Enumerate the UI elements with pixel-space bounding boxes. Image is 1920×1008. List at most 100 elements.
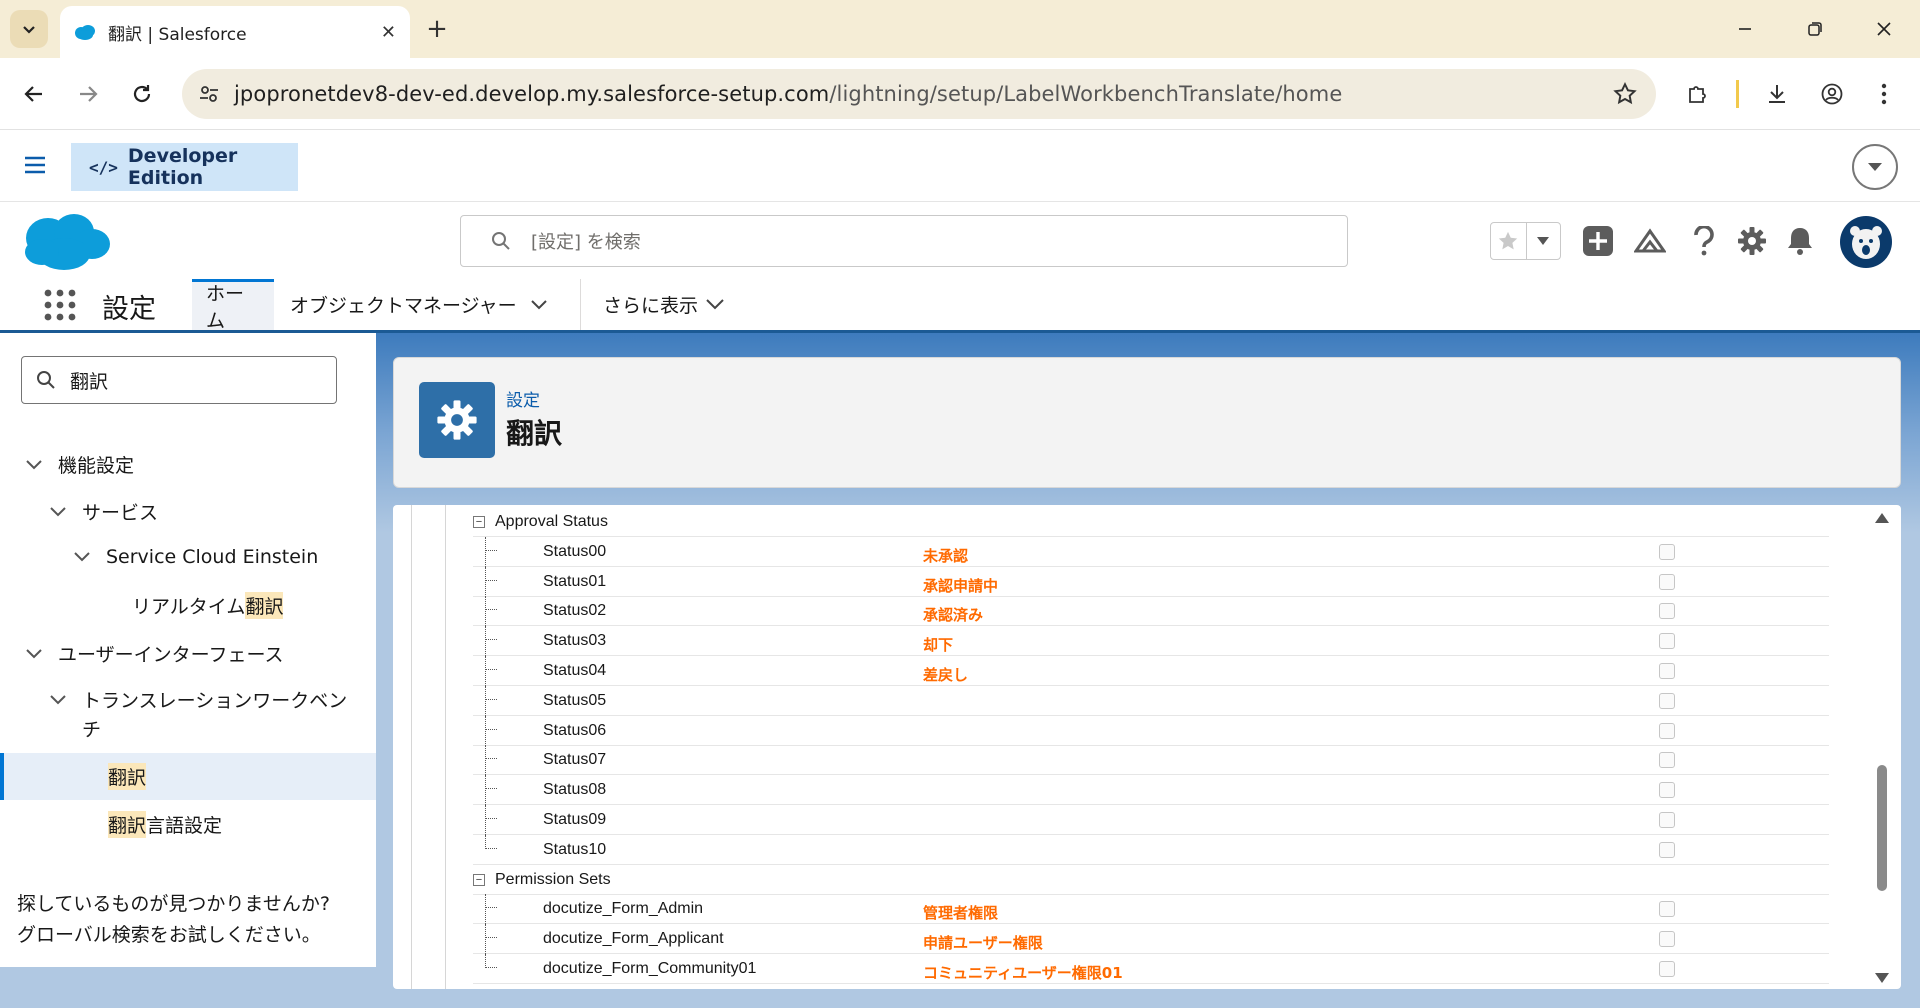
profile-button[interactable]	[1814, 76, 1850, 112]
sidebar-item-user-interface[interactable]: ユーザーインターフェース	[20, 640, 284, 667]
sidebar-item-feature-settings[interactable]: 機能設定	[20, 451, 134, 478]
quick-find-input[interactable]: 翻訳	[21, 356, 337, 404]
extensions-button[interactable]	[1680, 76, 1716, 112]
address-bar[interactable]: jpopronetdev8-dev-ed.develop.my.salesfor…	[182, 69, 1656, 119]
translation-key: Status07	[543, 751, 607, 769]
sidebar-item-service-cloud-einstein[interactable]: Service Cloud Einstein	[68, 546, 318, 568]
sidebar-item-translation-language-settings[interactable]: 翻訳 言語設定	[108, 811, 222, 838]
help-line-2: グローバル検索をお試しください。	[17, 924, 321, 946]
translation-value[interactable]: 管理者権限	[923, 902, 998, 923]
help-button[interactable]	[1686, 223, 1722, 259]
favorites-list-button[interactable]	[1525, 223, 1561, 259]
account-circle-icon	[1821, 83, 1843, 105]
developer-edition-badge[interactable]: </> Developer Edition	[71, 143, 298, 191]
favorites-star-button[interactable]	[1491, 223, 1526, 259]
global-search-input[interactable]: [設定] を検索	[460, 215, 1348, 267]
out-of-date-checkbox[interactable]	[1659, 812, 1675, 828]
tree-connector	[485, 728, 497, 730]
tree-connector	[485, 907, 497, 909]
reload-button[interactable]	[124, 76, 160, 112]
out-of-date-checkbox[interactable]	[1659, 782, 1675, 799]
collapse-toggle[interactable]: −	[473, 516, 485, 528]
out-of-date-checkbox[interactable]	[1659, 603, 1675, 620]
translation-key: Status04	[543, 662, 607, 679]
tree-connector	[485, 609, 497, 611]
browser-menu-button[interactable]	[1866, 76, 1902, 112]
restore-button[interactable]	[1797, 12, 1833, 46]
minimize-button[interactable]	[1727, 12, 1763, 46]
out-of-date-checkbox[interactable]	[1659, 692, 1675, 709]
chevron-down-icon	[530, 299, 547, 309]
bell-icon	[1788, 228, 1812, 255]
workspace-scrollbar[interactable]	[1861, 505, 1901, 989]
close-window-button[interactable]	[1866, 12, 1902, 46]
out-of-date-checkbox[interactable]	[1659, 841, 1675, 858]
chevron-down-icon	[20, 648, 48, 659]
translation-value[interactable]: 未承認	[923, 545, 968, 566]
close-tab-icon[interactable]: ✕	[381, 22, 396, 43]
scroll-thumb[interactable]	[1877, 765, 1887, 891]
scroll-up-icon[interactable]	[1875, 513, 1889, 523]
tab-object-manager[interactable]: オブジェクトマネージャー	[276, 279, 561, 330]
tree-connector	[485, 566, 486, 597]
translation-key: Status09	[543, 811, 607, 828]
out-of-date-checkbox[interactable]	[1659, 752, 1675, 769]
out-of-date-checkbox[interactable]	[1659, 633, 1675, 650]
out-of-date-checkbox[interactable]	[1659, 931, 1675, 948]
tab-home[interactable]: ホーム	[192, 279, 274, 332]
browser-toolbar: jpopronetdev8-dev-ed.develop.my.salesfor…	[0, 58, 1920, 130]
translation-value[interactable]: 差戻し	[923, 664, 968, 685]
out-of-date-checkbox[interactable]	[1659, 722, 1675, 739]
out-of-date-checkbox[interactable]	[1659, 573, 1675, 590]
global-actions-button[interactable]	[1580, 223, 1616, 259]
translation-value[interactable]: 承認済み	[923, 604, 983, 625]
salesforce-logo[interactable]	[22, 210, 112, 276]
trailhead-button[interactable]	[1632, 223, 1668, 259]
new-tab-button[interactable]: +	[420, 12, 454, 46]
out-of-date-checkbox[interactable]	[1659, 543, 1675, 560]
scroll-down-icon[interactable]	[1875, 973, 1889, 983]
tab-more[interactable]: さらに表示	[589, 279, 738, 330]
setup-button[interactable]	[1734, 223, 1770, 259]
browser-tab[interactable]: 翻訳 | Salesforce ✕	[60, 6, 410, 58]
translation-value[interactable]: 承認申請中	[923, 575, 998, 596]
site-info-icon[interactable]	[198, 83, 220, 105]
translation-value[interactable]: 却下	[923, 634, 953, 655]
user-avatar[interactable]	[1840, 216, 1892, 268]
app-launcher-button[interactable]	[44, 289, 76, 325]
sidebar-item-realtime-translation[interactable]: リアルタイム 翻訳	[132, 592, 284, 619]
out-of-date-checkbox[interactable]	[1659, 663, 1675, 679]
downloads-button[interactable]	[1759, 76, 1795, 112]
setup-badge	[419, 382, 495, 458]
column-divider	[411, 505, 412, 989]
tab-more-label: さらに表示	[603, 295, 699, 317]
dev-dropdown-button[interactable]	[1852, 144, 1898, 190]
back-button[interactable]	[16, 76, 52, 112]
out-of-date-checkbox[interactable]	[1659, 961, 1675, 977]
forward-button[interactable]	[70, 76, 106, 112]
tree-connector	[485, 758, 497, 760]
out-of-date-checkbox[interactable]	[1659, 901, 1675, 918]
tree-connector	[485, 847, 497, 849]
translation-value[interactable]: コミュニティユーザー権限01	[923, 962, 1123, 983]
tree-connector	[485, 788, 497, 790]
translation-key: Status05	[543, 691, 607, 709]
translation-value[interactable]: 申請ユーザー権限	[923, 932, 1043, 953]
translation-workspace: − Approval Status Status00 未承認 Status01 承認申請中…	[393, 505, 1901, 989]
translation-row: Status00 未承認	[473, 536, 1829, 567]
breadcrumb[interactable]: 設定	[506, 386, 540, 411]
sidebar-item-label: ユーザーインターフェース	[58, 644, 284, 666]
collapse-toggle[interactable]: −	[473, 873, 485, 886]
tab-search-button[interactable]	[10, 10, 48, 48]
notifications-button[interactable]	[1782, 223, 1818, 259]
sidebar-item-translation-workbench[interactable]: トランスレーションワークベンチ	[44, 687, 347, 745]
menu-button[interactable]	[24, 156, 46, 178]
url-path: /lightning/setup/LabelWorkbenchTranslate…	[829, 82, 1343, 106]
minimize-icon	[1739, 28, 1751, 30]
bookmark-star-icon[interactable]	[1612, 81, 1638, 107]
sidebar-item-label-pre: リアルタイム	[132, 596, 246, 618]
sidebar-item-translate[interactable]: 翻訳	[108, 763, 147, 790]
tree-group-title: Approval Status	[495, 513, 608, 530]
sidebar-item-service[interactable]: サービス	[44, 498, 158, 525]
sidebar-item-label-highlight: 翻訳	[245, 592, 284, 619]
